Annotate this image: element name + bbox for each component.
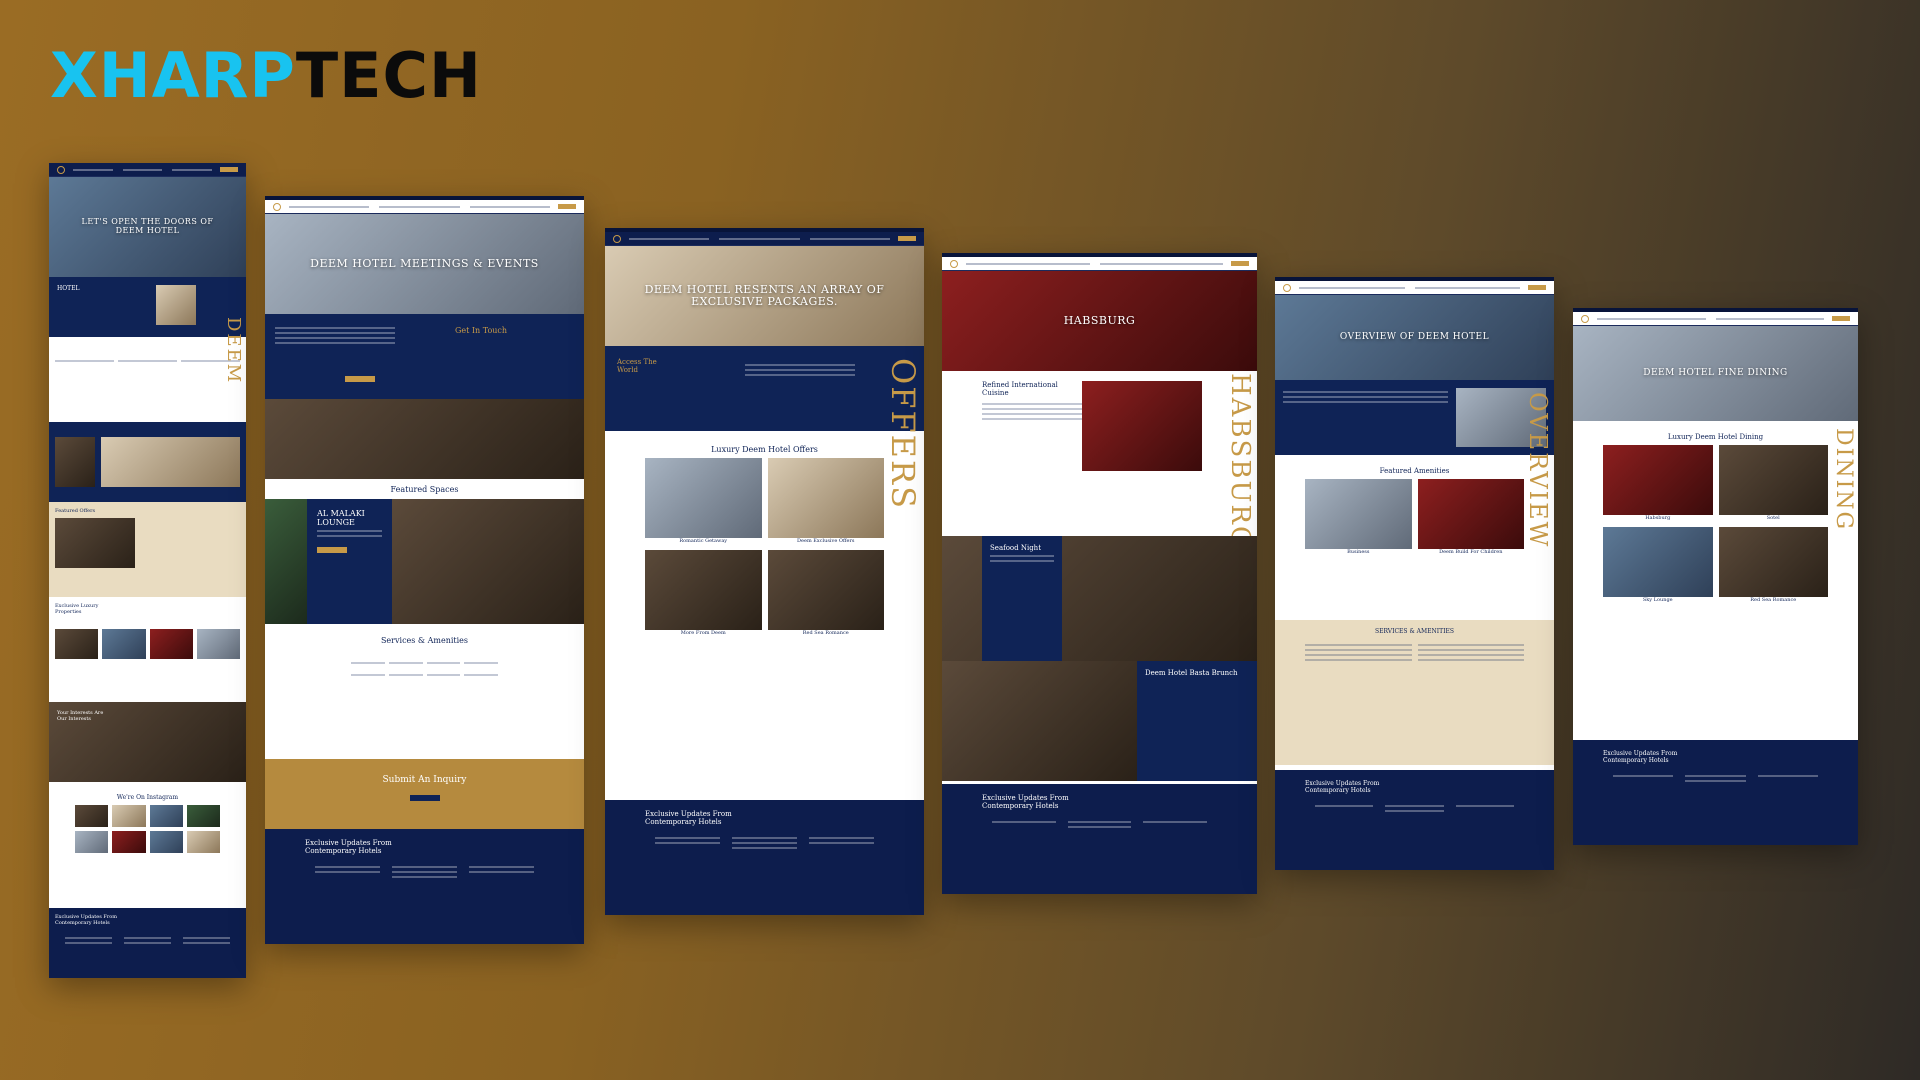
hero-section: DEEM HOTEL MEETINGS & EVENTS — [265, 214, 584, 314]
featured-offers-section: Featured Offers — [49, 502, 246, 597]
hero-title: DEEM HOTEL RESENTS AN ARRAY OF EXCLUSIVE… — [644, 282, 885, 308]
navbar — [265, 200, 584, 214]
services-title: SERVICES & AMENITIES — [1374, 628, 1455, 635]
hero-title: DEEM HOTEL FINE DINING — [1643, 367, 1788, 378]
logo-icon — [273, 202, 281, 211]
screenshot-dining: DEEM HOTEL FINE DINING DINING Luxury Dee… — [1573, 308, 1858, 845]
hero-title: HABSBURG — [1063, 313, 1136, 327]
intro-section: Get In Touch — [265, 314, 584, 399]
offers-title: Luxury Deem Hotel Offers — [711, 445, 818, 454]
services-section: SERVICES & AMENITIES — [1275, 620, 1554, 765]
hero-section: LET'S OPEN THE DOORS OF DEEM HOTEL — [49, 177, 246, 277]
seafood-title: Seafood Night — [990, 544, 1042, 552]
navbar — [605, 232, 924, 246]
offer-card-title: Deem Exclusive Offers — [797, 538, 855, 544]
book-button[interactable] — [1528, 285, 1546, 290]
hotel-label: HOTEL — [57, 285, 80, 292]
dining-card-title: Habsburg — [1645, 515, 1671, 521]
dining-title: Luxury Deem Hotel Dining — [1667, 433, 1764, 441]
hotel-section: HOTEL DEEM — [49, 277, 246, 384]
lounge-title: AL MALAKI LOUNGE — [317, 509, 365, 527]
offer-card-title: More From Deem — [680, 630, 726, 636]
lounge-button[interactable] — [317, 547, 347, 553]
navbar — [49, 163, 246, 177]
enquire-button[interactable] — [345, 376, 375, 382]
footer: Exclusive Updates From Contemporary Hote… — [942, 784, 1257, 894]
access-title: Access The World — [617, 358, 657, 374]
updates-title: Exclusive Updates From Contemporary Hote… — [1603, 750, 1678, 764]
vertical-label: DINING — [1831, 428, 1856, 532]
brand-part-2: TECH — [295, 38, 482, 112]
exclusive-title: Exclusive Luxury Properties — [55, 603, 99, 615]
hero-title: OVERVIEW OF DEEM HOTEL — [1339, 331, 1490, 342]
updates-title: Exclusive Updates From Contemporary Hote… — [1305, 780, 1380, 794]
book-button[interactable] — [897, 236, 916, 241]
brunch-title: Deem Hotel Basta Brunch — [1145, 669, 1238, 677]
dining-card-title: Sky Lounge — [1642, 597, 1673, 603]
screenshot-habsburg: HABSBURG HABSBURG Refined International … — [942, 253, 1257, 894]
hero-title: DEEM HOTEL MEETINGS & EVENTS — [310, 256, 539, 270]
dining-card-title: Sotel — [1766, 515, 1780, 521]
hero-section: DEEM HOTEL FINE DINING — [1573, 326, 1858, 421]
hero-section: OVERVIEW OF DEEM HOTEL — [1275, 295, 1554, 380]
inquiry-button[interactable] — [409, 795, 440, 801]
screenshot-offers: DEEM HOTEL RESENTS AN ARRAY OF EXCLUSIVE… — [605, 228, 924, 915]
footer: Exclusive Updates From Contemporary Hote… — [265, 829, 584, 944]
refined-title: Refined International Cuisine — [982, 381, 1058, 397]
book-button[interactable] — [557, 204, 576, 209]
footer: Exclusive Updates From Contemporary Hote… — [1275, 770, 1554, 870]
interests-section: Your Interests Are Our Interests — [49, 702, 246, 782]
hero-section: HABSBURG — [942, 271, 1257, 371]
hero-section: DEEM HOTEL RESENTS AN ARRAY OF EXCLUSIVE… — [605, 246, 924, 346]
offer-card-title: Red Sea Romance — [802, 630, 849, 636]
navbar — [1573, 312, 1858, 326]
updates-title: Exclusive Updates From Contemporary Hote… — [305, 839, 392, 855]
inquiry-section: Submit An Inquiry — [265, 759, 584, 829]
book-button[interactable] — [220, 167, 239, 172]
get-in-touch: Get In Touch — [455, 326, 508, 335]
logo-icon — [1581, 314, 1589, 323]
amenity-card-title: Business — [1347, 549, 1370, 555]
footer: Exclusive Updates From Contemporary Hote… — [605, 800, 924, 915]
updates-title: Exclusive Updates From Contemporary Hote… — [55, 914, 117, 926]
offer-card-title: Romantic Getaway — [679, 538, 728, 544]
featured-offers-title: Featured Offers — [55, 508, 96, 514]
footer: Exclusive Updates From Contemporary Hote… — [1573, 740, 1858, 845]
dining-card-title: Red Sea Romance — [1750, 597, 1797, 603]
logo-icon — [1283, 283, 1291, 292]
screenshot-home: LET'S OPEN THE DOORS OF DEEM HOTEL HOTEL… — [49, 163, 246, 978]
logo-icon — [57, 165, 65, 174]
logo-icon — [950, 259, 958, 268]
vertical-label: OVERVIEW — [1524, 392, 1552, 549]
access-section: Access The World — [605, 346, 924, 431]
featured-spaces-title: Featured Spaces — [390, 485, 459, 494]
hero-title: LET'S OPEN THE DOORS OF DEEM HOTEL — [81, 217, 214, 235]
amenities-title: Featured Amenities — [1379, 467, 1450, 475]
brand-logo: XHARP TECH — [50, 39, 482, 112]
lounge-card: AL MALAKI LOUNGE — [307, 499, 392, 624]
services-title: Services & Amenities — [380, 636, 469, 645]
book-button[interactable] — [1231, 261, 1249, 266]
navbar — [942, 257, 1257, 271]
navbar — [1275, 281, 1554, 295]
instagram-title: We're On Instagram — [116, 794, 179, 801]
book-button[interactable] — [1832, 316, 1850, 321]
brunch-card: Deem Hotel Basta Brunch — [1137, 661, 1257, 781]
screenshot-overview: OVERVIEW OF DEEM HOTEL OVERVIEW Featured… — [1275, 277, 1554, 870]
updates-title: Exclusive Updates From Contemporary Hote… — [982, 794, 1069, 810]
inquiry-title: Submit An Inquiry — [382, 775, 467, 785]
amenity-card-title: Deem Build For Children — [1439, 549, 1503, 555]
vertical-label: DEEM — [223, 317, 244, 385]
brand-part-1: XHARP — [50, 38, 296, 112]
footer: Exclusive Updates From Contemporary Hote… — [49, 908, 246, 978]
updates-title: Exclusive Updates From Contemporary Hote… — [645, 810, 732, 826]
seafood-section: Seafood Night — [942, 536, 1257, 661]
screenshot-events: DEEM HOTEL MEETINGS & EVENTS Get In Touc… — [265, 196, 584, 944]
interests-title: Your Interests Are Our Interests — [57, 710, 104, 722]
vertical-label: OFFERS — [884, 358, 922, 511]
logo-icon — [613, 234, 621, 243]
